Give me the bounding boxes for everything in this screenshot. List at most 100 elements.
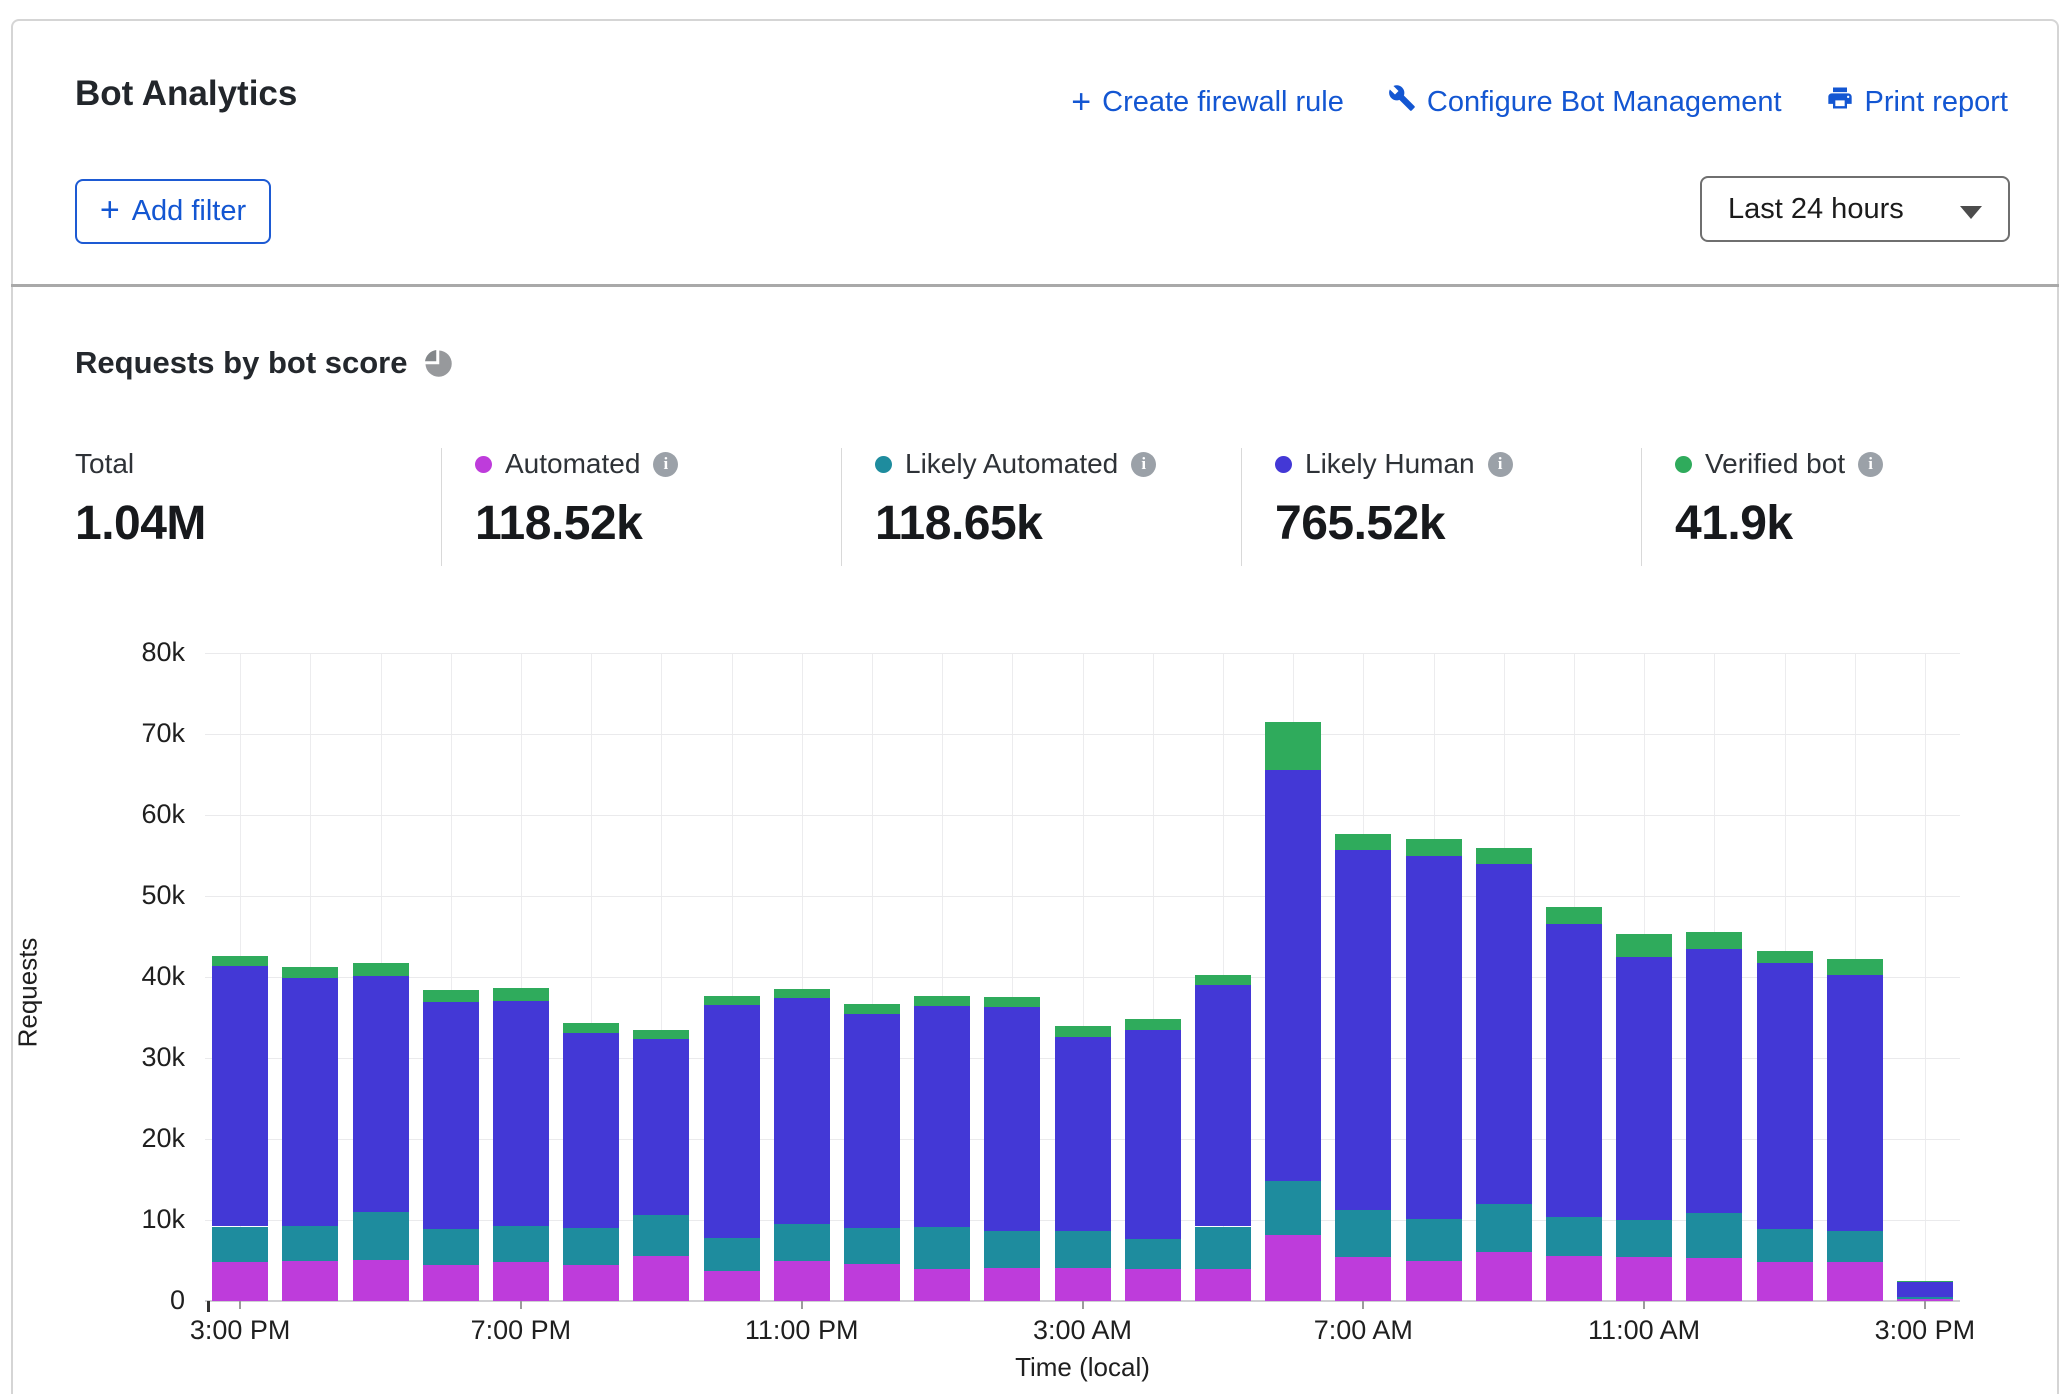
x-tick-label: 7:00 AM xyxy=(1253,1315,1473,1346)
bar-segment-automated xyxy=(774,1261,830,1302)
info-icon[interactable]: i xyxy=(653,452,678,477)
plus-icon: + xyxy=(1071,88,1091,116)
bar-segment-likely-automated xyxy=(984,1231,1040,1267)
stat-total: Total 1.04M xyxy=(75,448,206,551)
bar-segment-verified-bot xyxy=(1335,834,1391,849)
bar-segment-verified-bot xyxy=(1686,932,1742,948)
verified-bot-legend-dot xyxy=(1675,456,1692,473)
bar-segment-automated xyxy=(914,1269,970,1301)
y-tick-label: 10k xyxy=(45,1204,185,1235)
stat-verified-bot: Verified bot i 41.9k xyxy=(1675,448,1883,551)
bar-segment-likely-automated xyxy=(1686,1213,1742,1258)
bar-segment-automated xyxy=(212,1262,268,1301)
bar-segment-verified-bot xyxy=(914,996,970,1006)
bar-segment-automated xyxy=(1335,1257,1391,1301)
bar-segment-automated xyxy=(1055,1268,1111,1301)
chevron-down-icon xyxy=(1960,206,1982,219)
info-icon[interactable]: i xyxy=(1858,452,1883,477)
bar-segment-automated xyxy=(984,1268,1040,1301)
bar-segment-likely-automated xyxy=(353,1212,409,1260)
bar-segment-automated xyxy=(423,1265,479,1301)
wrench-icon xyxy=(1388,84,1416,120)
x-tick-mark xyxy=(801,1301,803,1309)
add-filter-button[interactable]: + Add filter xyxy=(75,179,271,244)
bar-segment-likely-automated xyxy=(1616,1220,1672,1257)
print-report-label: Print report xyxy=(1865,86,2008,119)
bar-segment-verified-bot xyxy=(984,997,1040,1007)
bar-segment-verified-bot xyxy=(563,1023,619,1033)
y-tick-label: 40k xyxy=(45,961,185,992)
bar-segment-automated xyxy=(1406,1261,1462,1302)
automated-legend-dot xyxy=(475,456,492,473)
bar-segment-automated xyxy=(1827,1262,1883,1301)
printer-icon xyxy=(1826,84,1854,120)
info-icon[interactable]: i xyxy=(1131,452,1156,477)
info-icon[interactable]: i xyxy=(1488,452,1513,477)
bar-segment-automated xyxy=(1686,1258,1742,1301)
bar-segment-likely-human xyxy=(1265,770,1321,1181)
y-tick-label: 30k xyxy=(45,1042,185,1073)
bar-segment-likely-human xyxy=(704,1005,760,1237)
page-title: Bot Analytics xyxy=(75,74,297,114)
grid-line-horizontal xyxy=(205,815,1960,816)
bar-segment-likely-automated xyxy=(493,1226,549,1262)
bar-segment-automated xyxy=(1476,1252,1532,1301)
x-tick-label: 3:00 PM xyxy=(130,1315,350,1346)
bar-segment-likely-automated xyxy=(1546,1217,1602,1256)
bar-segment-automated xyxy=(353,1260,409,1301)
stat-verified-bot-value: 41.9k xyxy=(1675,496,1883,551)
bar-segment-verified-bot xyxy=(704,996,760,1006)
x-tick-mark xyxy=(1924,1301,1926,1309)
print-report-link[interactable]: Print report xyxy=(1826,84,2008,120)
add-filter-label: Add filter xyxy=(132,195,246,228)
bar-segment-automated xyxy=(1195,1269,1251,1301)
bar-segment-verified-bot xyxy=(1616,934,1672,957)
bar-segment-automated xyxy=(1616,1257,1672,1301)
bar-segment-likely-human xyxy=(1546,924,1602,1216)
x-tick-label: 11:00 PM xyxy=(692,1315,912,1346)
y-tick-label: 20k xyxy=(45,1123,185,1154)
time-range-select[interactable]: Last 24 hours xyxy=(1700,176,2010,242)
bar-segment-verified-bot xyxy=(1827,959,1883,975)
bar-segment-likely-human xyxy=(493,1001,549,1226)
grid-line-horizontal xyxy=(205,896,1960,897)
section-title-row: Requests by bot score xyxy=(75,345,453,381)
y-tick-label: 0 xyxy=(45,1285,185,1316)
bar-segment-likely-human xyxy=(563,1033,619,1228)
bar-segment-likely-automated xyxy=(704,1238,760,1271)
chart-plot-area xyxy=(205,653,1960,1301)
bar-segment-verified-bot xyxy=(423,990,479,1002)
bar-segment-verified-bot xyxy=(1195,975,1251,985)
bar-segment-likely-automated xyxy=(1265,1181,1321,1235)
configure-bot-management-link[interactable]: Configure Bot Management xyxy=(1388,84,1782,120)
bar-segment-likely-human xyxy=(1827,975,1883,1231)
x-tick-label: 11:00 AM xyxy=(1534,1315,1754,1346)
configure-bot-management-label: Configure Bot Management xyxy=(1427,86,1782,119)
bar-segment-likely-automated xyxy=(212,1227,268,1263)
header-divider xyxy=(11,284,2059,287)
bar-segment-likely-human xyxy=(984,1007,1040,1231)
bar-segment-automated xyxy=(282,1261,338,1301)
bar-segment-likely-human xyxy=(774,998,830,1224)
stat-divider xyxy=(1241,448,1242,566)
pie-chart-icon xyxy=(423,348,453,378)
x-tick-mark xyxy=(1362,1301,1364,1309)
stat-likely-human-value: 765.52k xyxy=(1275,496,1513,551)
bar-segment-likely-automated xyxy=(1335,1210,1391,1257)
stat-automated-value: 118.52k xyxy=(475,496,678,551)
grid-line-horizontal xyxy=(205,734,1960,735)
header-actions: + Create firewall rule Configure Bot Man… xyxy=(1071,84,2008,120)
bar-segment-verified-bot xyxy=(493,988,549,1001)
bar-segment-likely-human xyxy=(1897,1281,1953,1296)
bar-segment-likely-automated xyxy=(1055,1231,1111,1268)
bar-segment-likely-human xyxy=(1055,1037,1111,1231)
bar-segment-likely-automated xyxy=(1125,1239,1181,1270)
likely-human-legend-dot xyxy=(1275,456,1292,473)
create-firewall-rule-link[interactable]: + Create firewall rule xyxy=(1071,86,1344,119)
x-tick-label: 3:00 PM xyxy=(1815,1315,2035,1346)
stat-divider xyxy=(441,448,442,566)
stat-automated: Automated i 118.52k xyxy=(475,448,678,551)
bar-segment-likely-human xyxy=(353,976,409,1212)
bar-segment-likely-automated xyxy=(633,1215,689,1256)
bar-segment-verified-bot xyxy=(212,956,268,967)
